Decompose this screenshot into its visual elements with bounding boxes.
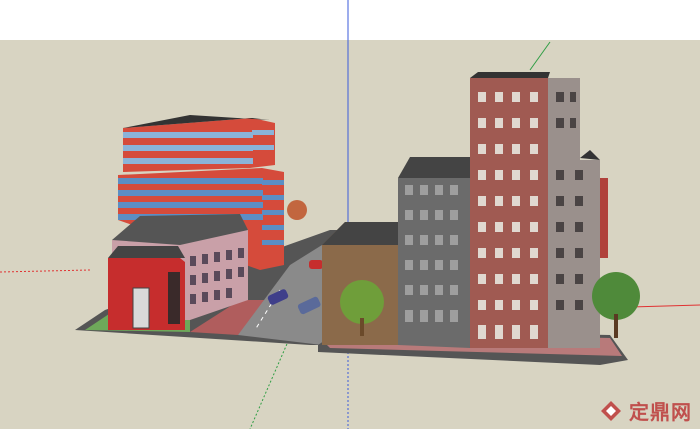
watermark: 定鼎网: [599, 396, 692, 425]
tree-trunk: [360, 318, 364, 336]
red-block-door: [132, 287, 150, 329]
model-scene[interactable]: [0, 0, 700, 429]
car-red: [309, 260, 323, 269]
tree-front: [340, 280, 384, 324]
tree-autumn: [287, 200, 307, 220]
red-block-arch: [168, 272, 180, 324]
side-accent: [600, 178, 608, 258]
red-axis-pos: [629, 304, 700, 308]
tree-right-trunk: [614, 314, 618, 338]
tree-right: [592, 272, 640, 320]
watermark-text: 定鼎网: [629, 400, 692, 424]
red-corner-roof: [108, 246, 185, 258]
3d-viewport[interactable]: 定鼎网: [0, 0, 700, 429]
diamond-house-icon: [601, 400, 621, 421]
grey-tower-roof: [398, 157, 470, 178]
stone-tower-roof: [580, 150, 600, 160]
red-axis: [0, 269, 91, 273]
green-axis: [529, 41, 551, 71]
brick-tower-roof: [470, 72, 550, 78]
tower-left-top-bands: [123, 130, 274, 164]
